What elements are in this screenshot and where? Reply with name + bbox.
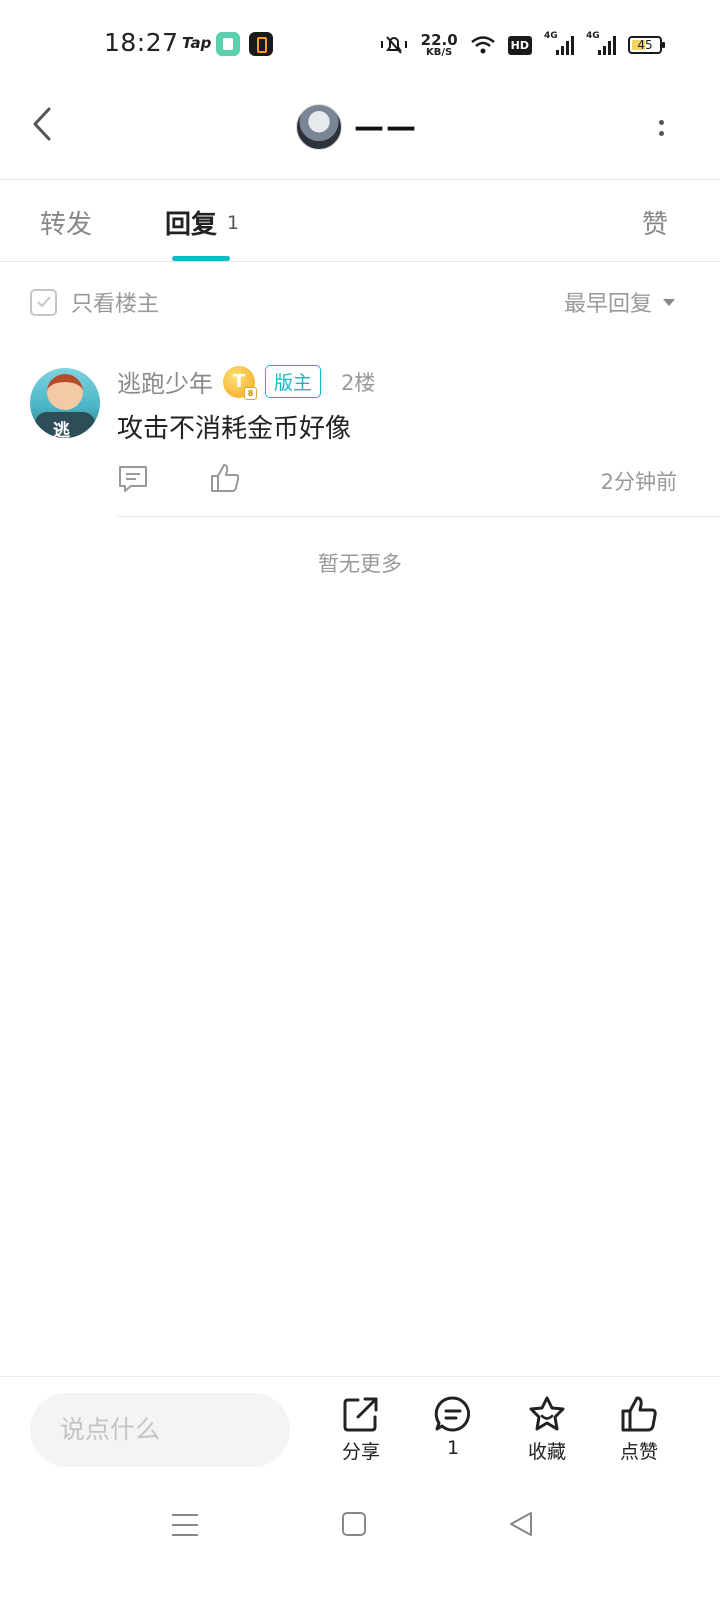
wifi-icon bbox=[470, 36, 495, 54]
reply-avatar[interactable]: 逃 bbox=[30, 368, 100, 438]
tab-like[interactable]: 赞 bbox=[642, 204, 668, 241]
status-indicators: 22.0 KB/S HD 4G 4G 45 bbox=[379, 28, 665, 62]
like-button[interactable]: 点赞 bbox=[604, 1395, 674, 1464]
favorite-button[interactable]: 收藏 bbox=[512, 1395, 582, 1464]
network-type-2: 4G bbox=[586, 31, 600, 41]
tab-reply-count: 1 bbox=[227, 212, 240, 234]
sort-dropdown[interactable]: 最早回复 bbox=[564, 286, 676, 318]
comment-input[interactable]: 说点什么 bbox=[30, 1393, 290, 1467]
share-button[interactable]: 分享 bbox=[326, 1395, 396, 1464]
moderator-badge: 版主 bbox=[265, 365, 322, 398]
reply-meta: 逃跑少年 T 8 版主 2楼 bbox=[117, 364, 376, 400]
thumbs-up-icon bbox=[621, 1396, 657, 1432]
tab-reply-label: 回复 bbox=[165, 210, 218, 240]
share-label: 分享 bbox=[341, 1441, 380, 1463]
chat-bubble-icon bbox=[434, 1396, 471, 1432]
reader-app-notification-icon bbox=[216, 32, 240, 56]
floor-number: 2楼 bbox=[341, 370, 376, 395]
network-type-1: 4G bbox=[544, 31, 558, 41]
speed-unit: KB/S bbox=[426, 46, 453, 58]
hd-voice-icon: HD bbox=[507, 35, 532, 55]
network-speed: 22.0 KB/S bbox=[420, 30, 458, 58]
system-nav-bar bbox=[0, 1484, 720, 1600]
favorite-label: 收藏 bbox=[527, 1441, 566, 1463]
speed-value: 22.0 bbox=[420, 30, 458, 49]
caret-down-icon bbox=[663, 299, 675, 306]
comments-button[interactable]: 1 bbox=[418, 1395, 488, 1459]
more-dot-icon bbox=[658, 120, 664, 125]
reply-content: 攻击不消耗金币好像 bbox=[117, 414, 352, 444]
taptap-notification-icon: Tap bbox=[182, 34, 212, 52]
filter-row: 只看楼主 最早回复 bbox=[0, 262, 720, 342]
reply-username[interactable]: 逃跑少年 bbox=[117, 364, 213, 399]
reply-actions: 2分钟前 bbox=[117, 460, 677, 500]
share-icon bbox=[343, 1397, 378, 1432]
check-icon bbox=[36, 296, 51, 308]
mute-bell-icon bbox=[380, 36, 407, 54]
sort-label: 最早回复 bbox=[563, 292, 652, 317]
only-op-toggle[interactable]: 只看楼主 bbox=[30, 286, 159, 318]
signal-icon-1: 4G bbox=[544, 31, 574, 55]
tab-forward[interactable]: 转发 bbox=[40, 204, 92, 241]
app-notification-icon bbox=[249, 32, 273, 56]
only-op-checkbox[interactable] bbox=[30, 288, 57, 316]
thumbs-up-icon[interactable] bbox=[209, 462, 241, 494]
avatar-text: 逃 bbox=[53, 421, 70, 438]
like-label: 点赞 bbox=[619, 1441, 658, 1463]
nav-back-icon[interactable] bbox=[508, 1510, 534, 1538]
recents-button[interactable] bbox=[172, 1512, 198, 1538]
tab-bar: 转发 回复 1 赞 bbox=[0, 180, 720, 262]
level-badge-icon: T 8 bbox=[223, 365, 257, 400]
star-icon bbox=[529, 1396, 565, 1431]
reply-time: 2分钟前 bbox=[600, 470, 677, 494]
back-button[interactable] bbox=[22, 104, 62, 144]
top-app-bar: —— bbox=[0, 90, 720, 180]
bottom-action-bar: 说点什么 分享 1 收藏 点赞 bbox=[0, 1376, 720, 1484]
divider bbox=[117, 516, 720, 517]
only-op-label: 只看楼主 bbox=[71, 292, 160, 317]
no-more-label: 暂无更多 bbox=[318, 552, 402, 576]
reply-item: 逃 逃跑少年 T 8 版主 2楼 攻击不消耗金币好像 2分钟前 bbox=[0, 360, 720, 518]
header-user[interactable]: —— bbox=[296, 104, 418, 150]
chevron-left-icon bbox=[33, 107, 51, 141]
header-title: —— bbox=[354, 109, 418, 145]
tab-active-indicator bbox=[172, 256, 230, 261]
comments-count: 1 bbox=[446, 1437, 460, 1459]
more-dot-icon bbox=[658, 131, 664, 136]
status-bar: 18:27 Tap 22.0 KB/S HD 4G 4G 45 bbox=[0, 0, 720, 90]
battery-icon: 45 bbox=[628, 36, 665, 54]
status-time: 18:27 bbox=[104, 28, 179, 57]
tab-reply[interactable]: 回复 1 bbox=[165, 204, 239, 241]
comment-icon[interactable] bbox=[117, 464, 149, 494]
battery-level: 45 bbox=[637, 38, 653, 52]
header-avatar[interactable] bbox=[296, 104, 342, 150]
signal-icon-2: 4G bbox=[586, 31, 616, 55]
level-number: 8 bbox=[244, 386, 257, 400]
more-options-button[interactable] bbox=[646, 108, 676, 148]
home-button[interactable] bbox=[342, 1512, 366, 1536]
